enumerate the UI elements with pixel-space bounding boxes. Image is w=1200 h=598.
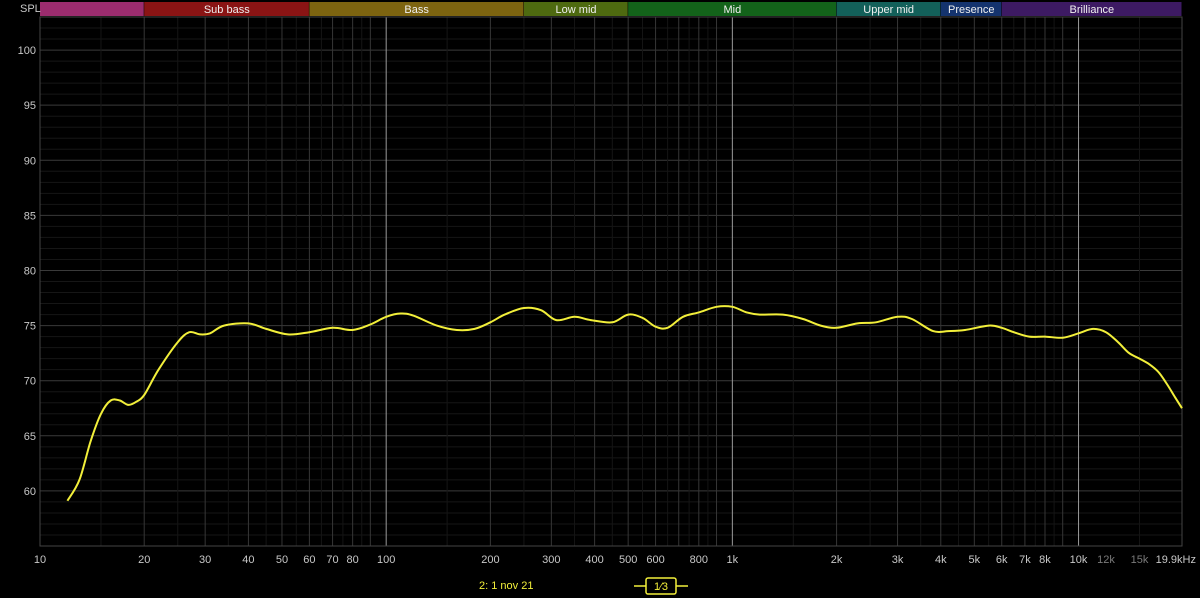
- frequency-response-chart: Sub bass Bass Low mid Mid Upper mid Presence B…: [18, 2, 1196, 566]
- x-tick-label: 6k: [996, 554, 1008, 566]
- x-tick-label: 19.9kHz: [1156, 554, 1196, 566]
- band-label-3: Low mid: [556, 4, 597, 16]
- x-tick-label: 1k: [727, 554, 739, 566]
- y-tick-label: 75: [24, 321, 36, 333]
- x-tick-label: 200: [481, 554, 499, 566]
- x-tick-label: 70: [326, 554, 338, 566]
- x-tick-label: 15k: [1131, 554, 1149, 566]
- grid-lines: [39, 16, 1183, 547]
- y-tick-label: 90: [24, 155, 36, 167]
- x-tick-label: 10k: [1070, 554, 1088, 566]
- y-tick-label: 100: [18, 45, 36, 57]
- y-tick-label: 80: [24, 265, 36, 277]
- x-tick-label: 800: [690, 554, 708, 566]
- x-tick-label: 50: [276, 554, 288, 566]
- y-tick-label: 85: [24, 210, 36, 222]
- y-tick-label: 65: [24, 431, 36, 443]
- x-tick-label: 100: [377, 554, 395, 566]
- x-tick-label: 80: [347, 554, 359, 566]
- x-tick-label: 400: [585, 554, 603, 566]
- x-tick-label: 600: [646, 554, 664, 566]
- frequency-bands: Sub bass Bass Low mid Mid Upper mid Presence B…: [40, 2, 1183, 16]
- x-tick-label: 20: [138, 554, 150, 566]
- band-label-1: Sub bass: [204, 4, 250, 16]
- y-tick-label: 95: [24, 100, 36, 112]
- x-tick-label: 3k: [892, 554, 904, 566]
- band-label-4: Mid: [723, 4, 741, 16]
- band-label-2: Bass: [404, 4, 429, 16]
- x-tick-label: 40: [242, 554, 254, 566]
- y-tick-label: 60: [24, 486, 36, 498]
- x-tick-label: 2k: [831, 554, 843, 566]
- band-label-5: Upper mid: [863, 4, 914, 16]
- measurement-label[interactable]: 2: 1 nov 21: [479, 580, 533, 592]
- band-0: [40, 2, 145, 16]
- x-tick-label: 30: [199, 554, 211, 566]
- x-tick-label: 500: [619, 554, 637, 566]
- x-tick-label: 8k: [1039, 554, 1051, 566]
- x-tick-label: 12k: [1097, 554, 1115, 566]
- x-tick-label: 4k: [935, 554, 947, 566]
- band-label-6: Presence: [948, 4, 994, 16]
- x-tick-label: 7k: [1019, 554, 1031, 566]
- y-axis-title: SPL: [20, 3, 41, 15]
- smoothing-label: 1⁄3: [654, 581, 668, 593]
- x-tick-label: 5k: [969, 554, 981, 566]
- smoothing-indicator[interactable]: 1⁄3: [634, 575, 688, 597]
- y-tick-label: 70: [24, 376, 36, 388]
- x-tick-label: 60: [303, 554, 315, 566]
- x-tick-label: 10: [34, 554, 46, 566]
- band-label-7: Brilliance: [1070, 4, 1115, 16]
- x-tick-label: 300: [542, 554, 560, 566]
